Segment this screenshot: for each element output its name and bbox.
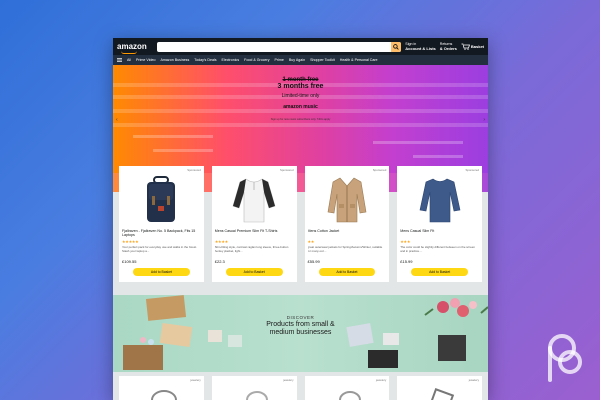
hero-stripe bbox=[153, 149, 213, 152]
hamburger-menu-icon[interactable] bbox=[117, 58, 122, 62]
product-title[interactable]: Mens Casual Slim Fit bbox=[400, 229, 479, 238]
product-image-backpack[interactable] bbox=[122, 175, 201, 225]
product-image-slim-fit-top[interactable] bbox=[400, 175, 479, 225]
product-title[interactable]: Mens Cotton Jacket bbox=[308, 229, 387, 238]
nav-item-buy-again[interactable]: Buy Again bbox=[289, 58, 305, 62]
hero-banner[interactable]: ‹ › 1 month free 3 months free Limited-t… bbox=[113, 65, 488, 173]
search-bar bbox=[157, 41, 402, 52]
rating-stars: ★★★★★ bbox=[122, 239, 139, 244]
nav-item-amazon-business[interactable]: Amazon Business bbox=[161, 58, 190, 62]
product-price: £55.99 bbox=[307, 259, 320, 264]
product-image-cotton-jacket[interactable] bbox=[308, 175, 387, 225]
product-image-raglan-shirt[interactable] bbox=[215, 175, 294, 225]
category-label: jewelery bbox=[190, 378, 201, 382]
add-to-basket-button[interactable]: Add to Basket bbox=[411, 268, 468, 276]
product-description: Slim-fitting style, contrast raglan long… bbox=[214, 246, 289, 253]
basket-button[interactable]: Basket bbox=[461, 43, 484, 50]
ring-image bbox=[245, 391, 268, 400]
sponsored-label: Sponsored bbox=[187, 168, 201, 172]
hero-copy: 1 month free 3 months free Limited-time … bbox=[113, 77, 488, 121]
product-card[interactable]: Sponsored Mens Casual Premium Slim Fit T… bbox=[211, 166, 297, 282]
product-description: The color could be slightly different be… bbox=[400, 246, 475, 253]
nav-item-all[interactable]: All bbox=[127, 58, 131, 62]
nav-item-shopper-toolkit[interactable]: Shopper Toolkit bbox=[310, 58, 335, 62]
nav-item-todays-deals[interactable]: Today's Deals bbox=[194, 58, 216, 62]
amazon-logo[interactable]: amazon bbox=[117, 42, 149, 54]
sponsored-label: Sponsored bbox=[465, 168, 479, 172]
logo-text: amazon bbox=[117, 42, 147, 51]
watermark-logo-icon bbox=[548, 334, 582, 382]
search-button[interactable] bbox=[391, 41, 402, 52]
nav-item-prime-video[interactable]: Prime Video bbox=[136, 58, 156, 62]
hero-stripe bbox=[413, 155, 463, 158]
hero-fine-print: Sign up for new music subscribers only. … bbox=[270, 118, 331, 121]
nav-bar: All Prime Video Amazon Business Today's … bbox=[113, 55, 488, 65]
category-label: jewelery bbox=[283, 378, 294, 382]
product-title[interactable]: Fjallraven - Fjallraven No. 5 Backpack, … bbox=[122, 229, 201, 238]
hero-stripe bbox=[133, 135, 213, 138]
ring-image bbox=[430, 388, 455, 400]
discover-banner[interactable]: DISCOVER Products from small & medium bu… bbox=[113, 295, 488, 372]
category-label: jewelery bbox=[375, 378, 387, 382]
add-to-basket-button[interactable]: Add to Basket bbox=[225, 268, 283, 276]
add-to-basket-button[interactable]: Add to Basket bbox=[318, 268, 376, 276]
orders-label: & Orders bbox=[439, 45, 457, 51]
bottom-card-row: jewelery jewelery jewelery jewelery bbox=[113, 376, 488, 400]
sponsored-label: Sponsored bbox=[279, 168, 294, 172]
top-bar: amazon Sign in Account & Lists Returns &… bbox=[113, 38, 488, 55]
product-card[interactable]: Sponsored Mens Cotton Jacket ★★ great ou… bbox=[304, 166, 390, 282]
logo-smile bbox=[121, 51, 137, 54]
bracelet-image bbox=[151, 390, 177, 400]
nav-item-health[interactable]: Health & Personal Care bbox=[340, 58, 378, 62]
product-description: Your perfect pack for everyday use and w… bbox=[122, 246, 197, 253]
rating-stars: ★★ bbox=[307, 239, 315, 244]
amazon-music-logo: amazon music bbox=[283, 104, 318, 110]
nav-item-electronics[interactable]: Electronics bbox=[222, 58, 240, 62]
hero-stripe bbox=[113, 123, 488, 127]
product-card[interactable]: jewelery bbox=[119, 376, 204, 400]
nav-item-prime[interactable]: Prime bbox=[275, 58, 284, 62]
rating-stars: ★★★ bbox=[400, 239, 411, 244]
returns-orders-link[interactable]: Returns & Orders bbox=[440, 42, 457, 51]
basket-label: Basket bbox=[470, 44, 484, 49]
discover-copy: DISCOVER Products from small & medium bu… bbox=[113, 315, 488, 337]
product-title[interactable]: Mens Casual Premium Slim Fit T-Shirts bbox=[215, 229, 294, 238]
hero-stripe bbox=[373, 141, 463, 144]
product-card[interactable]: jewelery bbox=[304, 376, 390, 400]
discover-headline: Products from small & medium businesses bbox=[266, 321, 335, 336]
product-description: great outerwear jackets for Spring/Autum… bbox=[307, 246, 383, 253]
rating-stars: ★★★★ bbox=[214, 239, 228, 244]
ring-image bbox=[338, 391, 361, 400]
product-card[interactable]: jewelery bbox=[397, 376, 482, 400]
sponsored-label: Sponsored bbox=[372, 168, 387, 172]
account-menu[interactable]: Sign in Account & Lists bbox=[405, 42, 435, 51]
product-card[interactable]: jewelery bbox=[211, 376, 297, 400]
category-label: jewelery bbox=[468, 378, 479, 382]
cart-icon bbox=[461, 43, 470, 50]
product-price: £109.55 bbox=[122, 259, 137, 264]
discover-label: DISCOVER bbox=[286, 315, 315, 320]
product-card[interactable]: Sponsored Mens Casual Slim Fit ★★★ The c… bbox=[397, 166, 482, 282]
add-to-basket-button[interactable]: Add to Basket bbox=[133, 268, 190, 276]
product-price: £15.99 bbox=[400, 259, 413, 264]
product-card-row: Sponsored Fjallraven - Fjallraven No. 5 … bbox=[113, 166, 488, 282]
search-icon bbox=[393, 43, 399, 50]
account-lists-label: Account & Lists bbox=[405, 45, 436, 51]
product-price: £22.3 bbox=[214, 259, 225, 264]
nav-item-food-grocery[interactable]: Food & Grocery bbox=[244, 58, 269, 62]
search-input[interactable] bbox=[157, 41, 392, 52]
hero-headline: 3 months free bbox=[277, 83, 324, 90]
browser-frame: amazon Sign in Account & Lists Returns &… bbox=[113, 38, 488, 400]
product-card[interactable]: Sponsored Fjallraven - Fjallraven No. 5 … bbox=[119, 166, 204, 282]
hero-subline: Limited-time only bbox=[281, 93, 320, 99]
